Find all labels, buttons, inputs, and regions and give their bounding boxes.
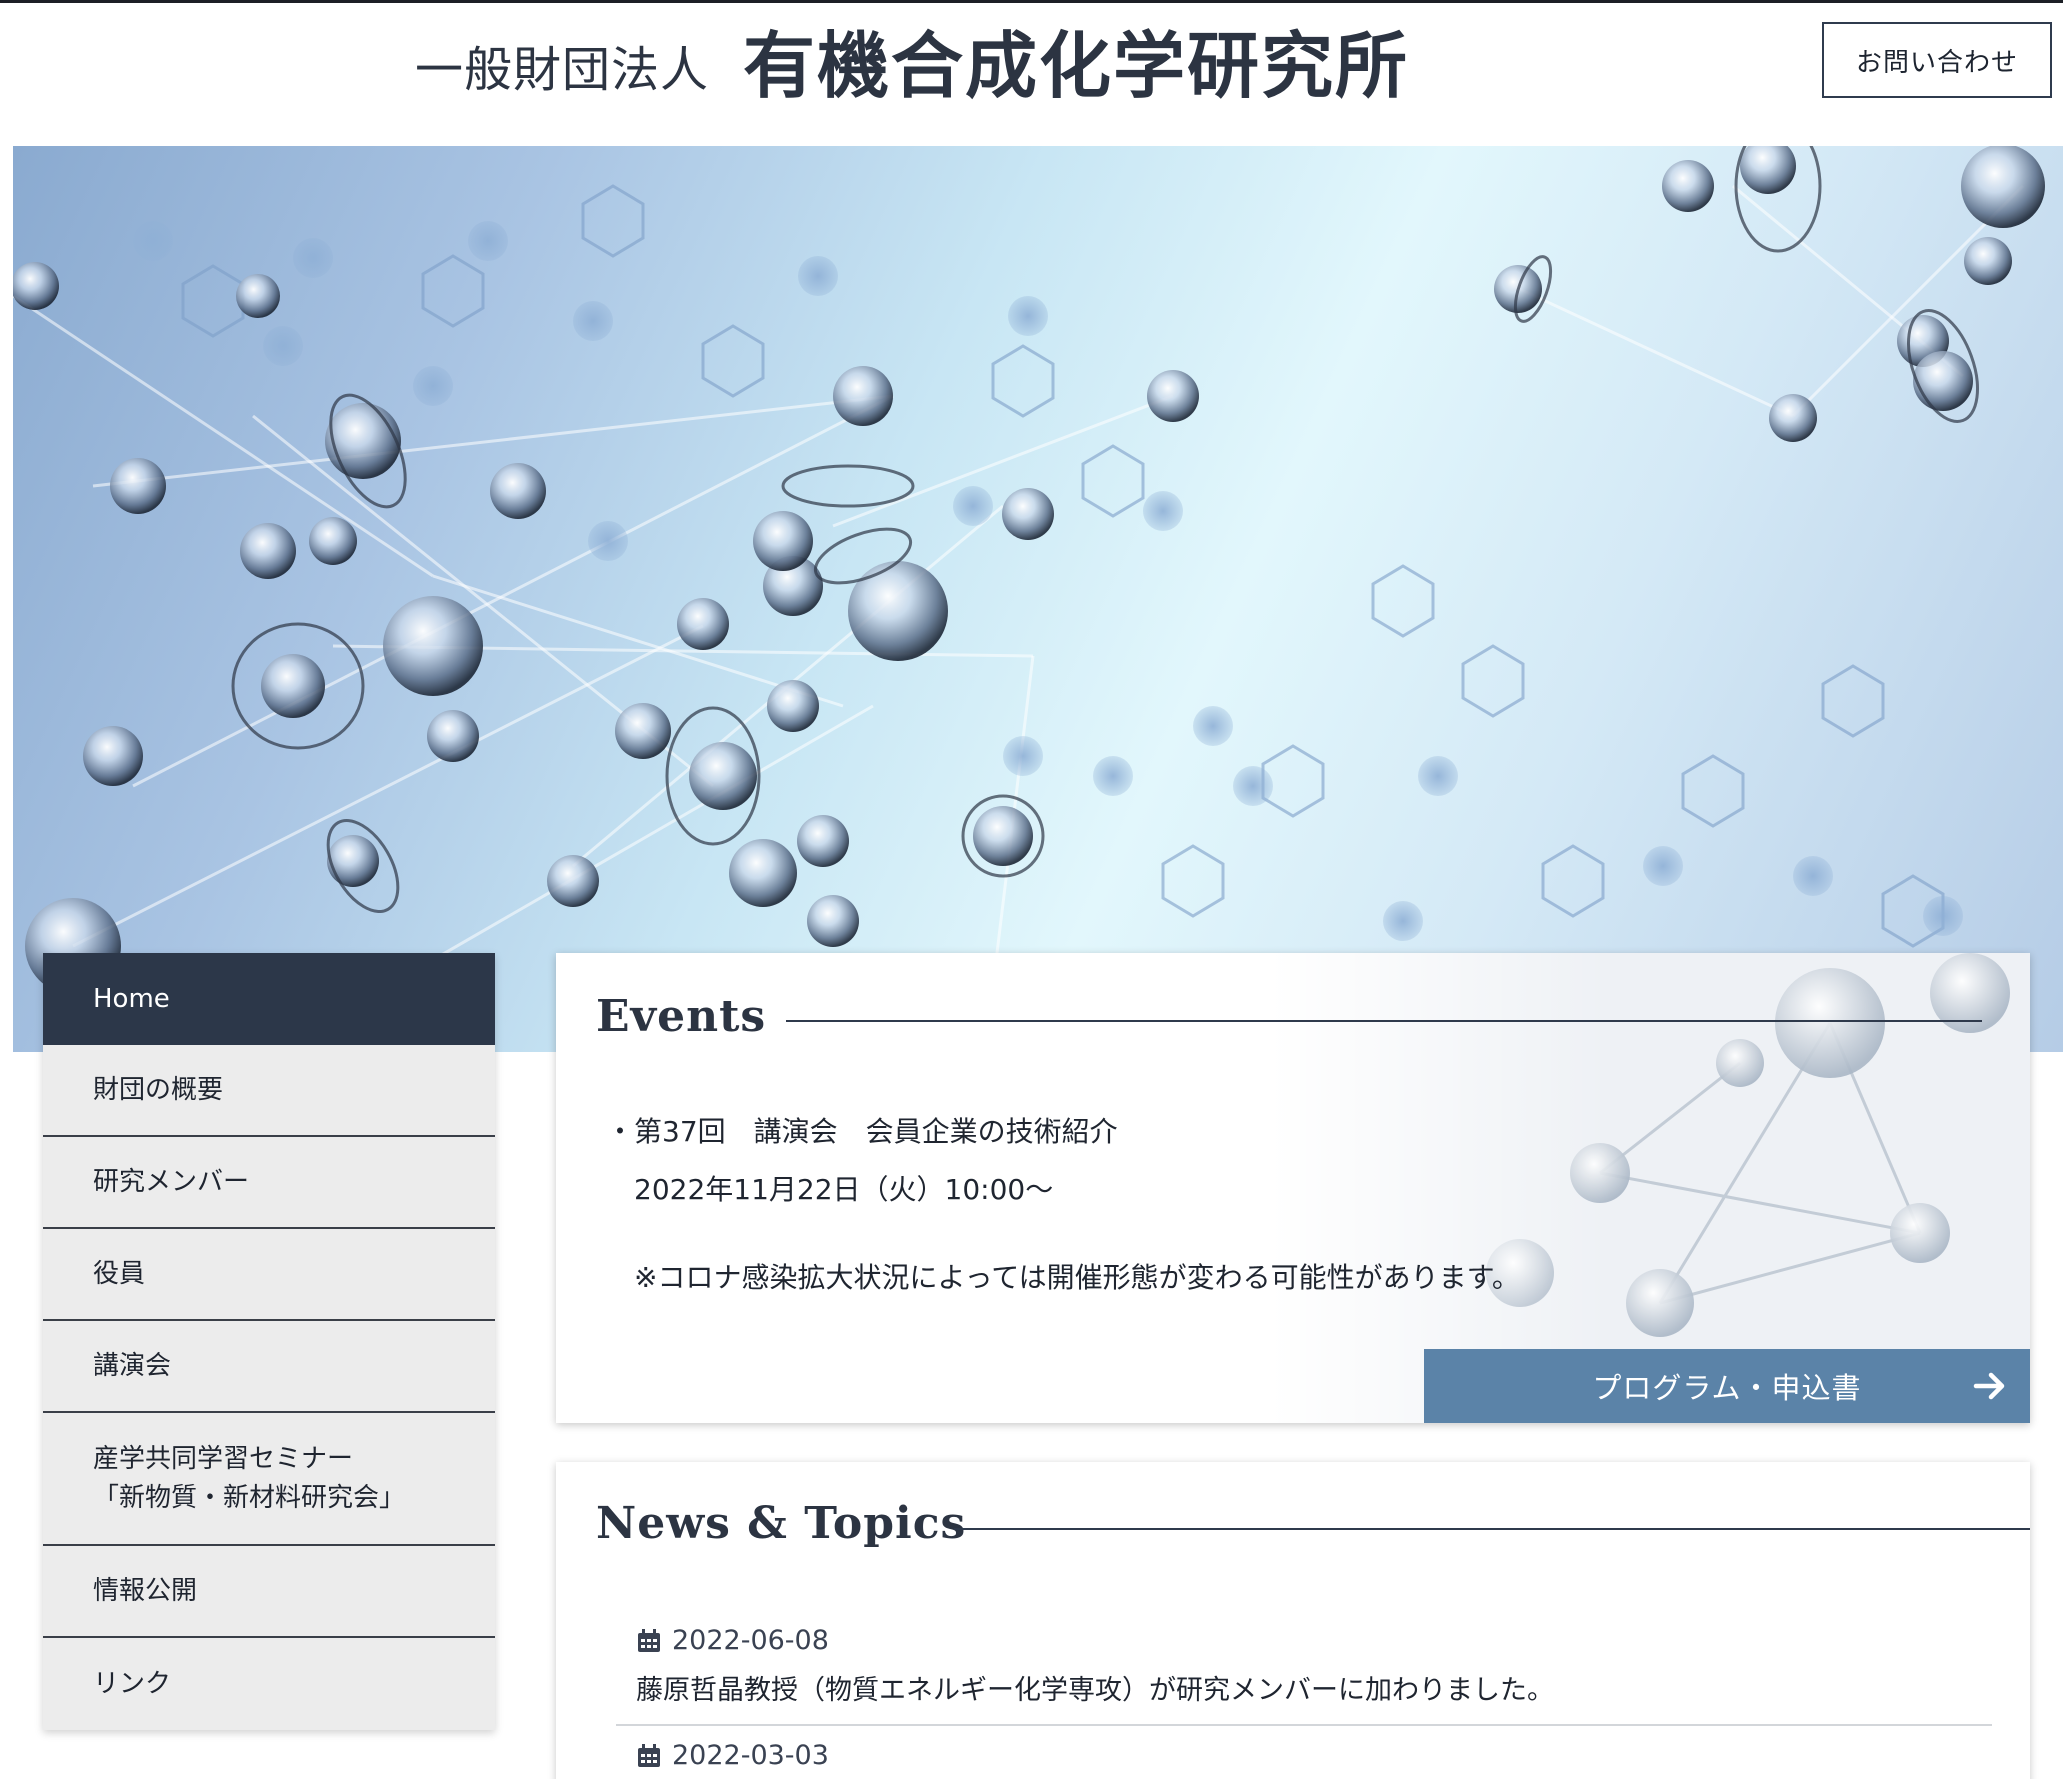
sidebar-item-label: 財団の概要 xyxy=(93,1074,224,1105)
contact-button[interactable]: お問い合わせ xyxy=(1822,22,2052,98)
news-date: 2022-03-03 xyxy=(672,1740,829,1771)
sidebar-item-label-line2: 「新物質・新材料研究会」 xyxy=(93,1482,406,1513)
sidebar-item-disclosure[interactable]: 情報公開 xyxy=(43,1546,495,1638)
news-divider xyxy=(616,1724,1992,1726)
arrow-right-icon xyxy=(1973,1372,2005,1400)
site-title-name: 有機合成化学研究所 xyxy=(743,23,1410,108)
sidebar-item-label: 研究メンバー xyxy=(93,1166,250,1197)
sidebar-item-label: リンク xyxy=(93,1668,172,1699)
sidebar-nav: Home 財団の概要 研究メンバー 役員 講演会 産学共同学習セミナー 「新物質… xyxy=(43,953,495,1730)
event-note: ※コロナ感染拡大状況によっては開催形態が変わる可能性があります。 xyxy=(634,1261,1520,1294)
news-item[interactable]: 2022-03-03 xyxy=(636,1740,829,1771)
news-title-rule xyxy=(954,1528,2030,1530)
sidebar-item-label-line1: 産学共同学習セミナー xyxy=(93,1443,354,1474)
sidebar-item-label: 講演会 xyxy=(93,1350,172,1381)
sidebar-item-label: 役員 xyxy=(93,1258,146,1289)
molecule-illustration xyxy=(13,146,2045,1008)
event-item-title: ・第37回 講演会 会員企業の技術紹介 xyxy=(606,1115,1118,1148)
event-item: ・第37回 講演会 会員企業の技術紹介 2022年11月22日（火）10:00～… xyxy=(606,1103,1520,1307)
program-application-button[interactable]: プログラム・申込書 xyxy=(1424,1349,2030,1423)
sidebar-item-members[interactable]: 研究メンバー xyxy=(43,1137,495,1229)
sidebar-item-label: 情報公開 xyxy=(93,1575,198,1606)
sidebar-item-officers[interactable]: 役員 xyxy=(43,1229,495,1321)
events-title: Events xyxy=(596,991,767,1042)
top-border xyxy=(0,0,2063,3)
sidebar-item-links[interactable]: リンク xyxy=(43,1638,495,1730)
sidebar-item-home[interactable]: Home xyxy=(43,953,495,1045)
site-title[interactable]: 一般財団法人 有機合成化学研究所 xyxy=(415,22,1409,102)
program-button-label: プログラム・申込書 xyxy=(1592,1371,1862,1405)
calendar-icon xyxy=(638,1628,660,1652)
sidebar-item-lectures[interactable]: 講演会 xyxy=(43,1321,495,1413)
sidebar-item-label: Home xyxy=(93,983,170,1014)
calendar-icon xyxy=(638,1743,660,1767)
news-date: 2022-06-08 xyxy=(672,1625,829,1656)
site-title-prefix: 一般財団法人 xyxy=(415,42,710,98)
news-title: News & Topics xyxy=(596,1498,967,1549)
events-card: Events ・第37回 講演会 会員企業の技術紹介 2022年11月22日（火… xyxy=(556,953,2030,1423)
hero-banner xyxy=(13,146,2063,1052)
news-item[interactable]: 2022-06-08 藤原哲晶教授（物質エネルギー化学専攻）が研究メンバーに加わ… xyxy=(636,1625,1554,1707)
sidebar-item-about[interactable]: 財団の概要 xyxy=(43,1045,495,1137)
events-title-rule xyxy=(786,1020,1982,1022)
event-item-date: 2022年11月22日（火）10:00～ xyxy=(634,1173,1054,1206)
sidebar-item-seminar[interactable]: 産学共同学習セミナー 「新物質・新材料研究会」 xyxy=(43,1413,495,1546)
news-card: News & Topics 2022-06-08 藤原哲晶教授（物質エネルギー化… xyxy=(556,1462,2030,1779)
news-text: 藤原哲晶教授（物質エネルギー化学専攻）が研究メンバーに加わりました。 xyxy=(636,1675,1554,1706)
